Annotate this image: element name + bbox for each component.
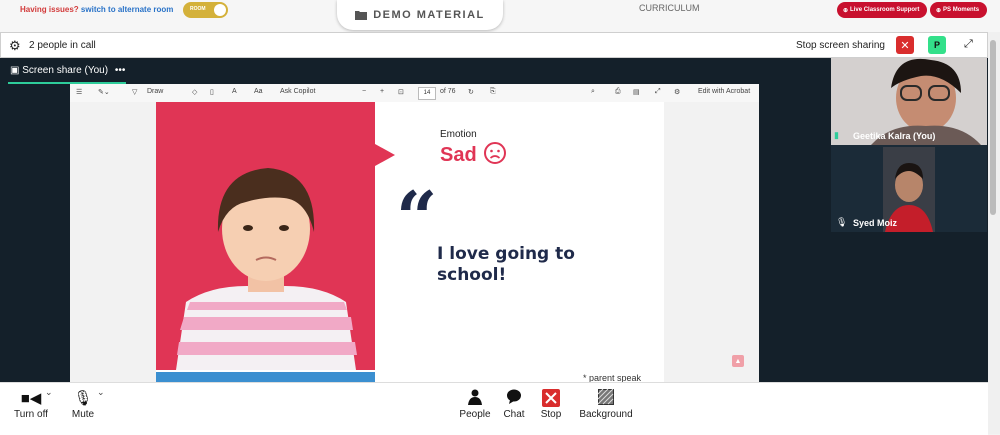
pdf-viewer[interactable]: Emotion Sad “ I love going to school! * … (70, 102, 759, 382)
page-total: of 76 (440, 88, 456, 95)
microphone-icon: 🎙 (73, 390, 93, 407)
print-icon[interactable]: ⎙ (615, 88, 621, 96)
page-view-icon[interactable]: ⎘ (490, 88, 496, 96)
live-support-button[interactable]: ⊕ Live Classroom Support (837, 2, 927, 18)
chat-button[interactable]: Chat (500, 389, 528, 420)
save-icon[interactable]: ▤ (633, 88, 640, 96)
panel-icon[interactable]: ▯ (210, 88, 214, 96)
eraser-icon[interactable]: ◇ (192, 88, 197, 96)
fit-page-icon[interactable]: ⊡ (398, 88, 404, 96)
background-label: Background (579, 409, 633, 420)
room-toggle[interactable]: ROOM (183, 2, 228, 18)
emotion-name: Sad (440, 144, 477, 166)
text-icon[interactable]: A (232, 88, 237, 95)
slide-red-panel (156, 102, 375, 370)
gear-icon[interactable]: ⚙ (9, 38, 21, 54)
edit-acrobat-button[interactable]: Edit with Acrobat (698, 88, 750, 95)
demo-material-label: DEMO MATERIAL (373, 9, 485, 21)
sad-face-icon (484, 142, 507, 164)
person-icon (455, 389, 495, 409)
background-icon (576, 388, 636, 409)
toggle-knob (214, 4, 226, 16)
demo-material-button[interactable]: DEMO MATERIAL (337, 0, 503, 30)
fullscreen-icon[interactable]: ⤢ (655, 88, 661, 96)
screen-share-header: ▣ Screen share (You) ••• (10, 65, 125, 76)
rotate-icon[interactable]: ↻ (468, 88, 474, 96)
microphone-icon: 🎙 (836, 217, 848, 227)
chevron-down-icon[interactable]: ⌄ (45, 387, 53, 398)
mute-button[interactable]: 🎙 Mute (68, 389, 98, 420)
screen-share-icon: ▣ (10, 65, 20, 76)
stop-label: Stop (540, 409, 562, 420)
issue-notice: Having issues? switch to alternate room (20, 5, 173, 14)
more-options-button[interactable]: ••• (115, 65, 126, 76)
chat-icon (500, 389, 528, 409)
zoom-in-icon[interactable]: + (380, 88, 384, 95)
participant-name: Geetika Kalra (You) (853, 131, 936, 141)
settings-icon[interactable]: ⚙ (674, 88, 680, 96)
child-photo (176, 168, 357, 370)
stop-share-icon (537, 389, 565, 409)
page-number-input[interactable]: 14 (418, 87, 436, 100)
live-support-label: Live Classroom Support (850, 7, 920, 13)
ps-moments-label: PS Moments (943, 7, 980, 13)
participant-tile[interactable]: ▮ Geetika Kalra (You) (831, 58, 987, 145)
close-icon: ✕ (900, 39, 910, 52)
emotion-label: Emotion (440, 129, 477, 140)
slide-message: I love going to school! (437, 244, 575, 285)
list-icon[interactable]: ☰ (76, 88, 82, 96)
page-scrollbar[interactable] (988, 32, 1000, 434)
ps-moments-button[interactable]: ⊕ PS Moments (930, 2, 987, 18)
participant-avatar[interactable]: P (928, 36, 946, 54)
pdf-toolbar: ☰ ✎⌄ ▽ Draw ◇ ▯ A Aa Ask Copilot − + ⊡ 1… (70, 84, 759, 103)
call-bar: ⚙ 2 people in call Stop screen sharing ✕… (0, 32, 988, 58)
folder-icon (355, 11, 368, 20)
mute-label: Mute (71, 409, 95, 420)
video-stage: ▣ Screen share (You) ••• ☰ ✎⌄ ▽ Draw ◇ ▯… (0, 58, 988, 382)
people-count: 2 people in call (29, 40, 96, 51)
quote-mark-icon: “ (396, 175, 438, 260)
top-bar: Having issues? switch to alternate room … (0, 0, 1000, 32)
draw-tool[interactable]: Draw (147, 88, 163, 95)
chat-label: Chat (503, 409, 525, 420)
participant-tile[interactable]: 🎙 Syed Moiz (831, 145, 987, 232)
switch-room-link[interactable]: switch to alternate room (81, 5, 173, 14)
participant-name: Syed Moiz (853, 218, 898, 228)
room-toggle-label: ROOM (190, 6, 206, 12)
read-aloud-icon[interactable]: Aa (254, 88, 263, 95)
parent-speak-note: * parent speak (583, 373, 642, 382)
people-button[interactable]: People (455, 389, 495, 420)
controls-bar: ■◀ Turn off ⌄ 🎙 Mute ⌄ People Chat Stop … (0, 382, 988, 435)
draw-icon[interactable]: ▽ (132, 88, 137, 96)
stop-sharing-label: Stop screen sharing (796, 40, 885, 51)
emotion-title: Sad (440, 142, 507, 167)
zoom-out-icon[interactable]: − (362, 88, 366, 95)
slide-blue-bar (156, 372, 375, 382)
signal-icon: ▮ (834, 130, 839, 140)
plus-icon: ⊕ (843, 7, 849, 14)
scrollbar-thumb[interactable] (990, 40, 996, 215)
slide-notch (375, 144, 395, 166)
stop-sharing-button[interactable]: ✕ (896, 36, 914, 54)
people-label: People (459, 409, 491, 420)
plus-icon: ⊕ (936, 7, 942, 14)
search-icon[interactable]: ⌕ (591, 88, 595, 96)
screen-share-label: Screen share (You) (22, 65, 109, 76)
slide: Emotion Sad “ I love going to school! * … (156, 102, 664, 382)
curriculum-tab[interactable]: CURRICULUM (639, 3, 700, 13)
turn-off-label: Turn off (14, 409, 48, 420)
stop-share-button[interactable]: Stop (537, 389, 565, 420)
issue-text: Having issues? (20, 5, 79, 14)
highlight-icon[interactable]: ✎⌄ (98, 88, 110, 96)
ask-copilot-button[interactable]: Ask Copilot (280, 88, 315, 95)
chevron-down-icon[interactable]: ⌄ (97, 387, 105, 398)
expand-icon[interactable]: ⤢ (964, 38, 973, 51)
acrobat-icon[interactable]: ▲ (732, 355, 744, 367)
background-button[interactable]: Background (576, 388, 636, 420)
